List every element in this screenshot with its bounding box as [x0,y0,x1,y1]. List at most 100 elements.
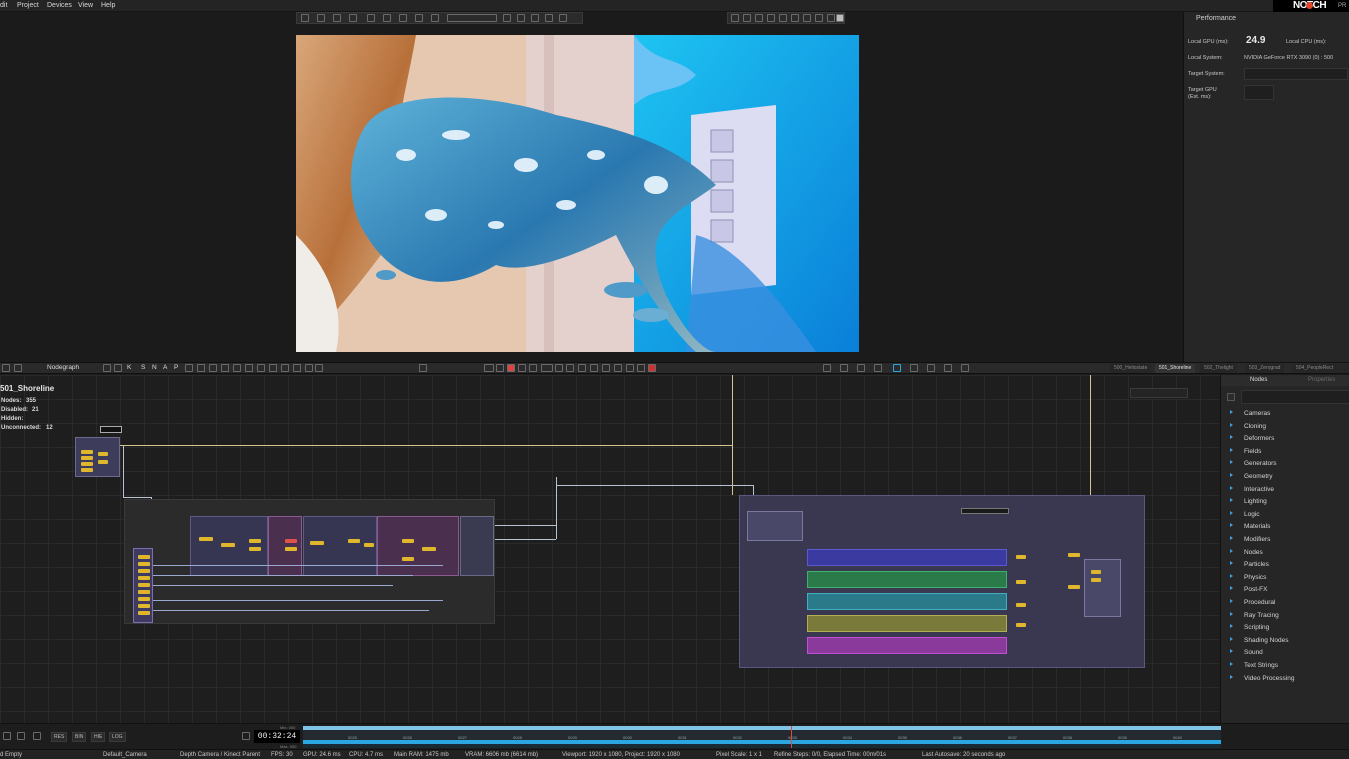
node-port[interactable] [285,547,297,551]
category-text-strings[interactable]: Text Strings [1230,662,1278,669]
node-port[interactable] [138,562,150,566]
group-icon[interactable] [257,364,265,372]
render-mode-icon[interactable] [484,364,494,372]
target-tool-icon[interactable] [399,14,407,22]
category-interactive[interactable]: Interactive [1230,485,1274,493]
loop-icon[interactable] [944,364,952,372]
bookmark-icon[interactable] [281,364,289,372]
node-row-blue[interactable] [807,549,1007,566]
play-icon[interactable] [893,364,901,372]
refresh-icon[interactable] [767,14,775,22]
node-port[interactable] [402,539,414,543]
pin-icon[interactable] [14,364,22,372]
align-tool-icon[interactable] [517,14,525,22]
comment-node[interactable] [961,508,1009,514]
fit-icon[interactable] [815,14,823,22]
node-group-b[interactable] [268,516,302,576]
step-forward-icon[interactable] [910,364,918,372]
link-icon[interactable] [221,364,229,372]
wireframe-icon[interactable] [529,364,537,372]
node-port[interactable] [138,569,150,573]
snap-letter-a[interactable]: A [163,364,167,371]
scene-tab-504[interactable]: 504_PeopleRect [1292,364,1349,373]
snap-letter-s[interactable]: S [141,364,145,371]
category-cloning[interactable]: Cloning [1230,422,1266,430]
scene-tab-500[interactable]: 500_Heliostate [1110,364,1152,373]
frame-mode-icon[interactable] [242,732,250,740]
distribute-tool-icon[interactable] [531,14,539,22]
target-system-field[interactable] [1244,68,1348,80]
node-port[interactable] [81,456,93,460]
undo-view-icon[interactable] [779,14,787,22]
skip-start-icon[interactable] [823,364,831,372]
snap-grid-icon[interactable] [545,14,553,22]
node-group-c[interactable] [303,516,377,576]
node-port[interactable] [81,462,93,466]
grid-size-slider[interactable] [447,14,497,22]
bounds-icon[interactable] [541,364,553,372]
node-port[interactable] [249,539,261,543]
category-generators[interactable]: Generators [1230,460,1277,467]
tab-nodes[interactable]: Nodes [1250,377,1267,383]
pivot-tool-icon[interactable] [415,14,423,22]
node-port[interactable] [221,543,235,547]
snap-letter-k[interactable]: K [127,364,131,371]
search-node-icon[interactable] [197,364,205,372]
node-port[interactable] [138,611,150,615]
particles-view-icon[interactable] [590,364,598,372]
node-port[interactable] [1016,555,1026,559]
snap-tool-icon[interactable] [367,14,375,22]
menu-edit[interactable]: dit [0,2,7,9]
node-port[interactable] [138,604,150,608]
node-port[interactable] [1091,570,1101,574]
node-port[interactable] [138,576,150,580]
node-row-green[interactable] [807,571,1007,588]
scene-tab-501[interactable]: 501_Shoreline [1155,364,1196,373]
node-port[interactable] [81,468,93,472]
node-port[interactable] [138,555,150,559]
timecode-display[interactable]: 00:32:24 [254,730,300,743]
category-modifiers[interactable]: Modifiers [1230,536,1270,543]
timeline-track[interactable]: 0025 0026 0027 0028 0029 0030 0031 0032 … [303,726,1221,748]
category-video-processing[interactable]: Video Processing [1230,674,1294,682]
node-port[interactable] [1068,585,1080,589]
node-row-olive[interactable] [807,615,1007,632]
stats-view-icon[interactable] [626,364,634,372]
node-port[interactable] [422,547,436,551]
timeline-loop-icon[interactable] [17,732,25,740]
align-left-icon[interactable] [233,364,241,372]
rewind-icon[interactable] [857,364,865,372]
nodegraph-settings-icon[interactable] [419,364,427,372]
node-port[interactable] [98,460,108,464]
category-ray-tracing[interactable]: Ray Tracing [1230,611,1279,619]
node-port[interactable] [1016,603,1026,607]
pan-icon[interactable] [743,14,751,22]
target-gpu-field[interactable] [1244,85,1274,100]
snap-letter-p[interactable]: P [174,364,178,371]
options-icon[interactable] [315,364,323,372]
output-node[interactable] [1084,559,1121,617]
category-shading-nodes[interactable]: Shading Nodes [1230,636,1288,644]
info-icon[interactable] [637,364,645,372]
node-row-purple[interactable] [807,637,1007,654]
node-port[interactable] [310,541,324,545]
node-port[interactable] [138,597,150,601]
frame-tool-icon[interactable] [349,14,357,22]
overlay-icon[interactable] [518,364,526,372]
comment-node[interactable] [100,426,122,433]
paste-icon[interactable] [305,364,313,372]
category-physics[interactable]: Physics [1230,573,1266,581]
node-group-e[interactable] [460,516,494,576]
play-reverse-icon[interactable] [874,364,882,372]
copy-icon[interactable] [293,364,301,372]
node-group-d[interactable] [377,516,459,576]
category-geometry[interactable]: Geometry [1230,473,1273,480]
hie-button[interactable]: HIE [91,732,106,742]
node-column[interactable] [133,548,153,623]
zoom-node-icon[interactable] [209,364,217,372]
physics-view-icon[interactable] [614,364,622,372]
nodegraph-canvas[interactable]: 501_Shoreline Nodes: 355 Disabled: 21 Hi… [0,375,1220,723]
settings-icon[interactable] [185,364,193,372]
category-nodes[interactable]: Nodes [1230,548,1263,556]
node-port[interactable] [199,537,213,541]
